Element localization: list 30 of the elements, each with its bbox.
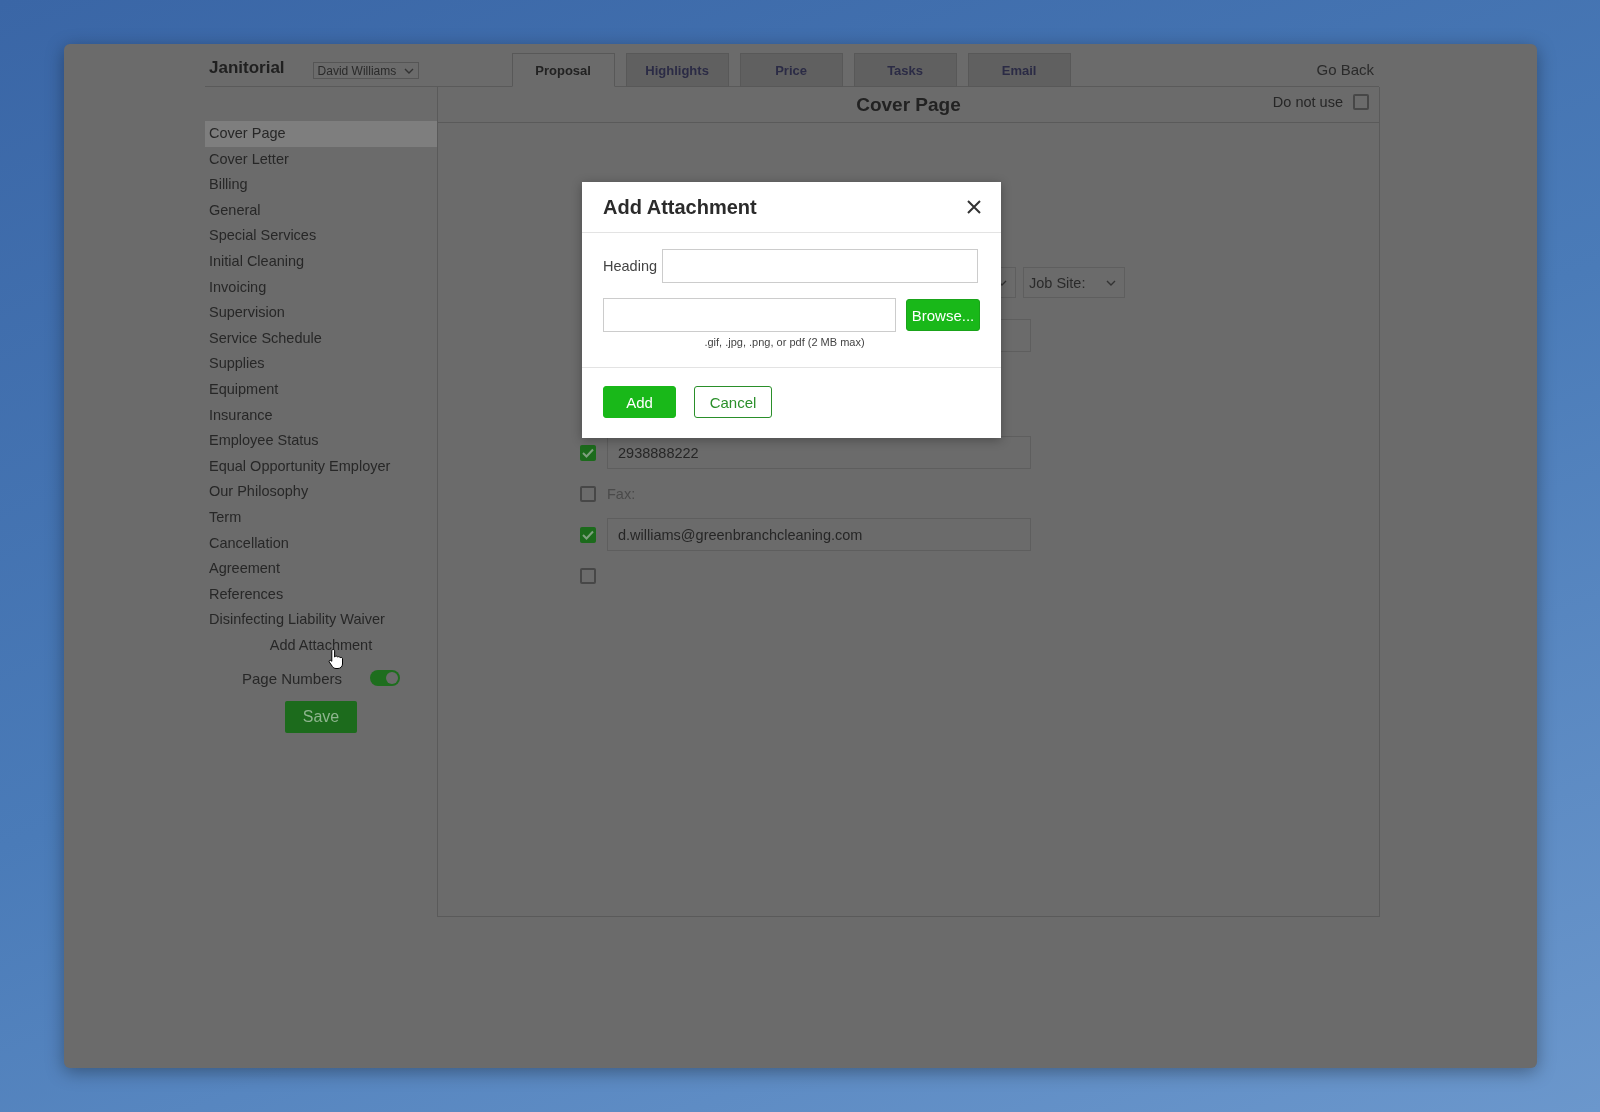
user-select[interactable]: David Williams <box>312 62 419 79</box>
heading-input[interactable] <box>662 249 978 283</box>
add-button[interactable]: Add <box>603 386 676 418</box>
heading-label: Heading <box>603 258 657 274</box>
chevron-down-icon <box>403 67 414 74</box>
cancel-button[interactable]: Cancel <box>694 386 772 418</box>
add-attachment-link[interactable]: Add Attachment <box>269 632 373 658</box>
browse-button[interactable]: Browse... <box>906 299 980 331</box>
checkbox[interactable] <box>580 485 596 502</box>
page-numbers-toggle[interactable] <box>370 670 401 687</box>
close-icon[interactable] <box>965 198 983 216</box>
tab[interactable]: Proposal <box>511 53 615 87</box>
app-title: Janitorial <box>209 58 285 78</box>
input-field[interactable]: d.williams@greenbranchcleaning.com <box>607 518 1031 551</box>
checkbox[interactable] <box>580 526 596 543</box>
file-hint: .gif, .jpg, .png, or pdf (2 MB max) <box>704 336 865 348</box>
checkbox[interactable] <box>580 567 596 584</box>
save-button[interactable]: Save <box>285 700 357 733</box>
hand-cursor-icon <box>328 648 344 670</box>
file-input[interactable] <box>603 298 896 332</box>
page-numbers-label: Page Numbers <box>241 669 343 687</box>
job-site-select[interactable]: Job Site: <box>1023 267 1125 298</box>
sidebar-item[interactable]: Cover Page <box>205 121 437 147</box>
checkbox[interactable] <box>580 444 596 461</box>
do-not-use-label: Do not use <box>1272 94 1343 110</box>
dialog-title: Add Attachment <box>603 195 757 219</box>
do-not-use-checkbox[interactable] <box>1353 94 1369 110</box>
chevron-down-icon <box>1106 279 1116 286</box>
go-back-link[interactable]: Go Back <box>1316 61 1374 78</box>
panel-title: Cover Page <box>856 93 961 116</box>
